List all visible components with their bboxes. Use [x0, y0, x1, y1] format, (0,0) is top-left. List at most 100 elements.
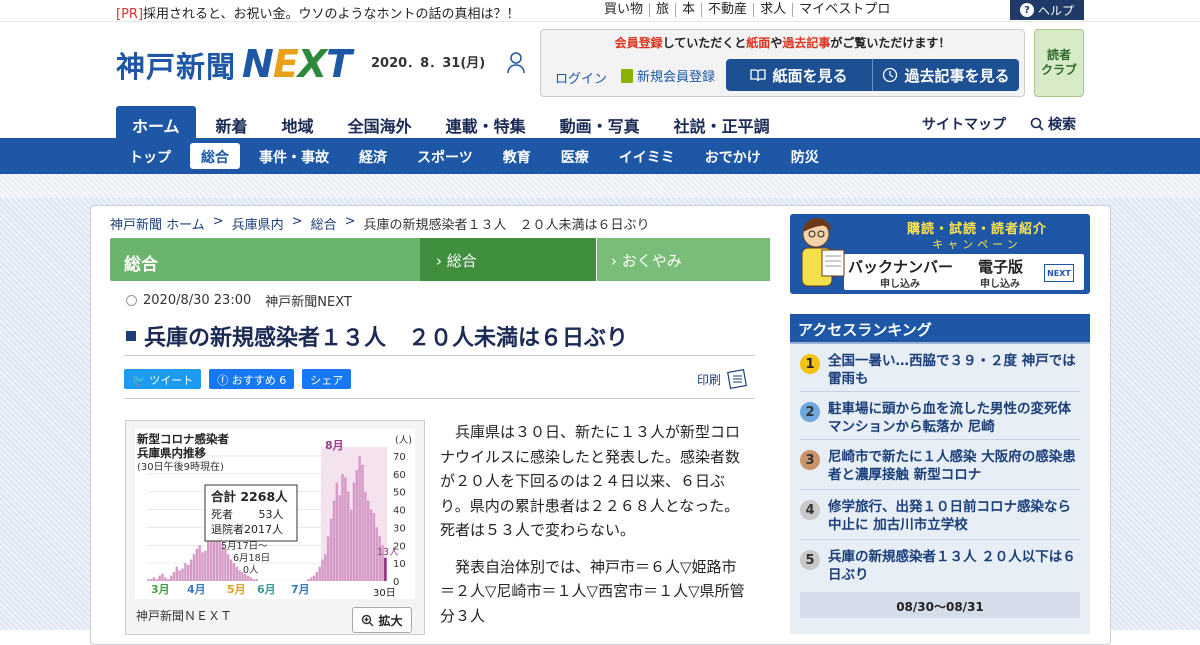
headline-text: 兵庫の新規感染者１３人 ２０人未満は６日ぶり — [144, 326, 629, 351]
util-link[interactable]: 旅 — [649, 3, 675, 17]
ranking-item[interactable]: 3 尼崎市で新たに１人感染 大阪府の感染患者と濃厚接触 新型コロナ — [800, 448, 1080, 490]
crumb-hyogo[interactable]: 兵庫県内 — [232, 214, 284, 233]
nav-national[interactable]: 全国海外 — [348, 106, 412, 138]
sitemap-link[interactable]: サイトマップ — [922, 114, 1006, 134]
tweet-button[interactable]: 🐦 ツイート — [124, 369, 202, 389]
util-link[interactable]: 本 — [675, 3, 701, 17]
nav-region[interactable]: 地域 — [282, 106, 314, 138]
back-number-link[interactable]: バックナンバー — [848, 256, 953, 277]
section-tab-general[interactable]: › 総合 — [420, 238, 596, 281]
article-source: 神戸新聞NEXT — [265, 295, 352, 310]
subnav-general[interactable]: 総合 — [190, 143, 240, 169]
chart-bar — [252, 579, 256, 581]
chart-bar — [378, 536, 381, 581]
nav-video[interactable]: 動画・写真 — [560, 106, 640, 138]
subnav-sports[interactable]: スポーツ — [406, 143, 484, 169]
crumb-home[interactable]: 神戸新聞 ホーム — [110, 214, 205, 233]
util-link[interactable]: 求人 — [753, 3, 792, 17]
login-link[interactable]: ログイン — [555, 68, 607, 87]
chart-bar — [312, 575, 316, 581]
chart-bar — [155, 579, 159, 581]
chart-bar — [207, 541, 210, 581]
util-link[interactable]: マイベストプロ — [792, 3, 896, 17]
ranking-date-range: 08/30～08/31 — [800, 592, 1080, 618]
subnav-top[interactable]: トップ — [118, 143, 182, 169]
chart-bar — [347, 491, 350, 581]
chart-bar — [189, 559, 193, 581]
crumb-current: 兵庫の新規感染者１３人 ２０人未満は６日ぶり — [363, 218, 650, 233]
crumb-sep: > — [291, 214, 303, 229]
help-button[interactable]: ? ヘルプ — [1010, 0, 1084, 20]
site-logo[interactable]: 神戸新聞 NEXT — [116, 42, 352, 86]
subnav-iimimi[interactable]: イイミミ — [608, 143, 686, 169]
month-label: 4月 — [187, 583, 206, 596]
msg-part: 会員登録 — [614, 36, 663, 50]
chart-bar — [361, 464, 364, 581]
subnav-medical[interactable]: 医療 — [550, 143, 600, 169]
chart-bar — [247, 575, 250, 581]
pr-link[interactable]: [PR]採用されると、お祝い金。ウソのようなホントの話の真相は？！ — [116, 3, 520, 22]
nav-home[interactable]: ホーム — [116, 106, 196, 138]
y-tick-label: 30 — [393, 523, 406, 534]
new-member-link[interactable]: 新規会員登録 — [621, 66, 715, 85]
subnav-incidents[interactable]: 事件・事故 — [248, 143, 340, 169]
digital-link[interactable]: 電子版 — [978, 256, 1023, 277]
nav-editorial[interactable]: 社説・正平調 — [674, 106, 770, 138]
past-articles-button[interactable]: 過去記事を見る — [872, 59, 1019, 91]
chart-bar — [321, 559, 324, 581]
rank-number-badge: 1 — [800, 354, 820, 374]
ranking-text: 駐車場に頭から血を流した男性の変死体 マンションから転落か 尼崎 — [828, 401, 1071, 435]
logo-next: NEXT — [242, 42, 352, 86]
y-tick-label: 40 — [393, 506, 406, 517]
sub-nav: トップ 総合 事件・事故 経済 スポーツ 教育 医療 イイミミ おでかけ 防災 — [0, 138, 1200, 174]
ranking-item[interactable]: 2 駐車場に頭から血を流した男性の変死体 マンションから転落か 尼崎 — [800, 400, 1080, 440]
section-bar: 総合 › 総合 › おくやみ — [110, 238, 770, 281]
month-label: 3月 — [151, 583, 170, 596]
user-icon[interactable] — [506, 51, 526, 75]
msg-part: していただくと — [662, 36, 747, 50]
chart-bar — [332, 500, 336, 581]
back-number-sub: 申し込み — [880, 279, 920, 290]
rank-number-badge: 5 — [800, 550, 820, 570]
member-panel: 会員登録していただくと紙面や過去記事がご覧いただけます！ ログイン 新規会員登録… — [540, 29, 1025, 97]
article-figure[interactable]: 新型コロナ感染者 兵庫県内推移 (30日午後9時現在) (人) 合計 2268人… — [125, 420, 425, 635]
main-nav: ホーム 新着 地域 全国海外 連載・特集 動画・写真 社説・正平調 — [116, 106, 804, 138]
nav-new[interactable]: 新着 — [216, 106, 248, 138]
covid-chart: 新型コロナ感染者 兵庫県内推移 (30日午後9時現在) (人) 合計 2268人… — [135, 429, 415, 599]
subnav-education[interactable]: 教育 — [492, 143, 542, 169]
util-link[interactable]: 買い物 — [598, 3, 649, 17]
ranking-item[interactable]: 1 全国一暑い…西脇で３９・２度 神戸では雷雨も — [800, 352, 1080, 392]
ranking-item[interactable]: 4 修学旅行、出発１０日前コロナ感染なら中止に 加古川市立学校 — [800, 498, 1080, 540]
facebook-recommend-button[interactable]: ⓕ おすすめ 6 — [209, 369, 295, 389]
chart-bar — [198, 545, 201, 581]
chart-bar — [238, 570, 241, 581]
subnav-economy[interactable]: 経済 — [348, 143, 398, 169]
zoom-button[interactable]: 拡大 — [352, 607, 412, 633]
rank-number-badge: 2 — [800, 402, 820, 422]
subnav-outing[interactable]: おでかけ — [694, 143, 772, 169]
chart-bar — [175, 566, 179, 581]
crumb-general[interactable]: 総合 — [311, 214, 337, 233]
search-link[interactable]: 検索 — [1030, 114, 1076, 134]
print-button[interactable]: 印刷 — [697, 369, 749, 389]
util-link[interactable]: 不動産 — [701, 3, 753, 17]
facebook-share-button[interactable]: シェア — [302, 369, 352, 389]
nav-series[interactable]: 連載・特集 — [446, 106, 526, 138]
summary-total: 合計 2268人 — [211, 489, 288, 504]
readers-line: 読者 — [1046, 48, 1071, 62]
subnav-disaster[interactable]: 防災 — [780, 143, 830, 169]
chart-bar — [255, 579, 259, 581]
logo-text: 神戸新聞 — [116, 50, 237, 84]
y-tick-label: 20 — [393, 541, 406, 552]
msg-part: 紙面 — [746, 36, 771, 50]
logo-letter: X — [297, 42, 327, 86]
view-paper-button[interactable]: 紙面を見る — [726, 59, 872, 91]
chart-bar — [164, 577, 167, 581]
chart-bar — [161, 573, 164, 581]
section-tab-obituary[interactable]: › おくやみ — [596, 238, 770, 281]
readers-club-button[interactable]: 読者 クラブ — [1034, 29, 1084, 97]
chart-bar — [204, 550, 207, 581]
ranking-item[interactable]: 5 兵庫の新規感染者１３人 ２０人以下は６日ぶり — [800, 548, 1080, 588]
chart-bar — [318, 566, 321, 581]
msg-part: がご覧いただけます！ — [830, 36, 951, 50]
